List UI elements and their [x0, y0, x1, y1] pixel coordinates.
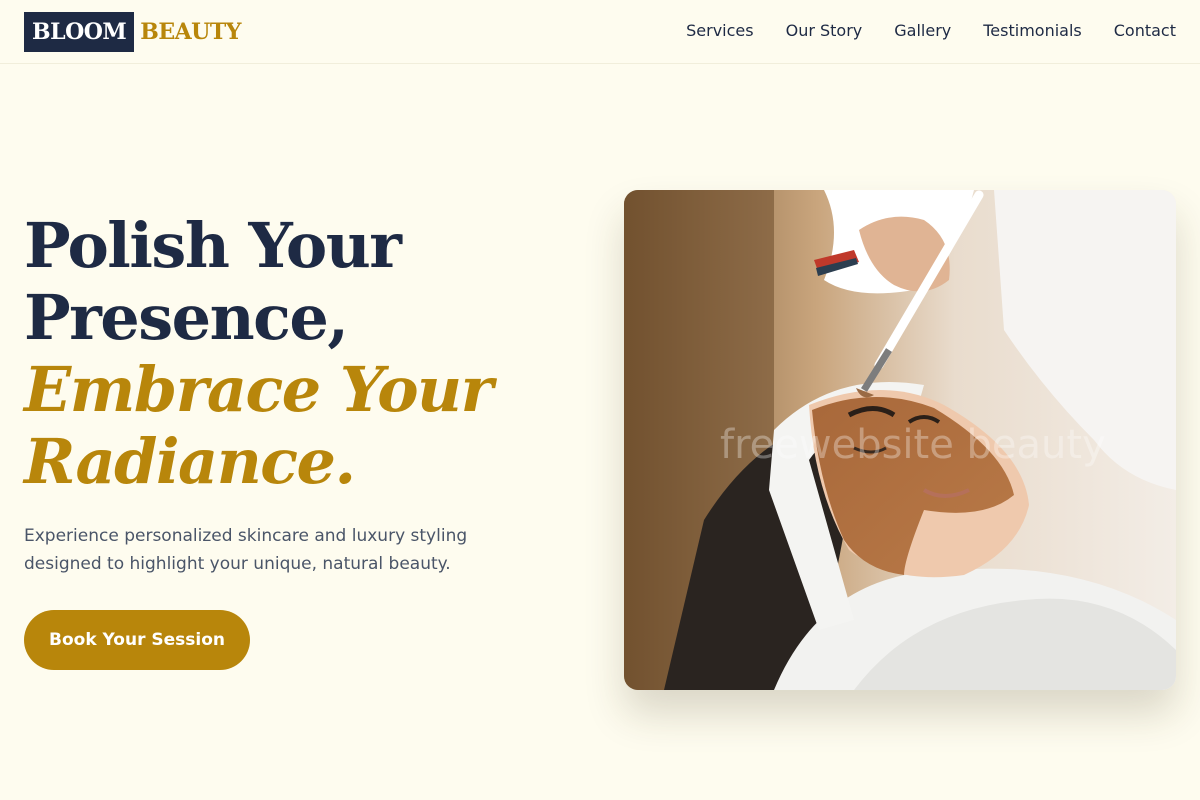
- hero-title-line-3: Embrace Your: [24, 353, 493, 426]
- image-watermark-text: freewebsite beauty: [720, 422, 1106, 468]
- hero-title-line-4: Radiance.: [24, 425, 356, 498]
- brand-name-gold: BEAUTY: [140, 19, 241, 45]
- nav-link-contact[interactable]: Contact: [1114, 20, 1176, 42]
- hero-title-line-2: Presence,: [24, 281, 349, 354]
- nav-link-testimonials[interactable]: Testimonials: [983, 20, 1082, 42]
- main-nav: Services Our Story Gallery Testimonials …: [686, 20, 1176, 42]
- hero-facial-photo: freewebsite beauty: [624, 190, 1176, 690]
- nav-link-our-story[interactable]: Our Story: [786, 20, 863, 42]
- brand-logo[interactable]: BLOOM BEAUTY: [24, 12, 241, 52]
- site-header: BLOOM BEAUTY Services Our Story Gallery …: [0, 0, 1200, 64]
- nav-link-gallery[interactable]: Gallery: [894, 20, 951, 42]
- hero-title-line-1: Polish Your: [24, 209, 402, 282]
- nav-link-services[interactable]: Services: [686, 20, 753, 42]
- hero-title: Polish Your Presence, Embrace Your Radia…: [24, 210, 584, 498]
- book-session-button[interactable]: Book Your Session: [24, 610, 250, 670]
- brand-name-dark: BLOOM: [24, 12, 135, 52]
- hero-subtitle: Experience personalized skincare and lux…: [24, 526, 468, 574]
